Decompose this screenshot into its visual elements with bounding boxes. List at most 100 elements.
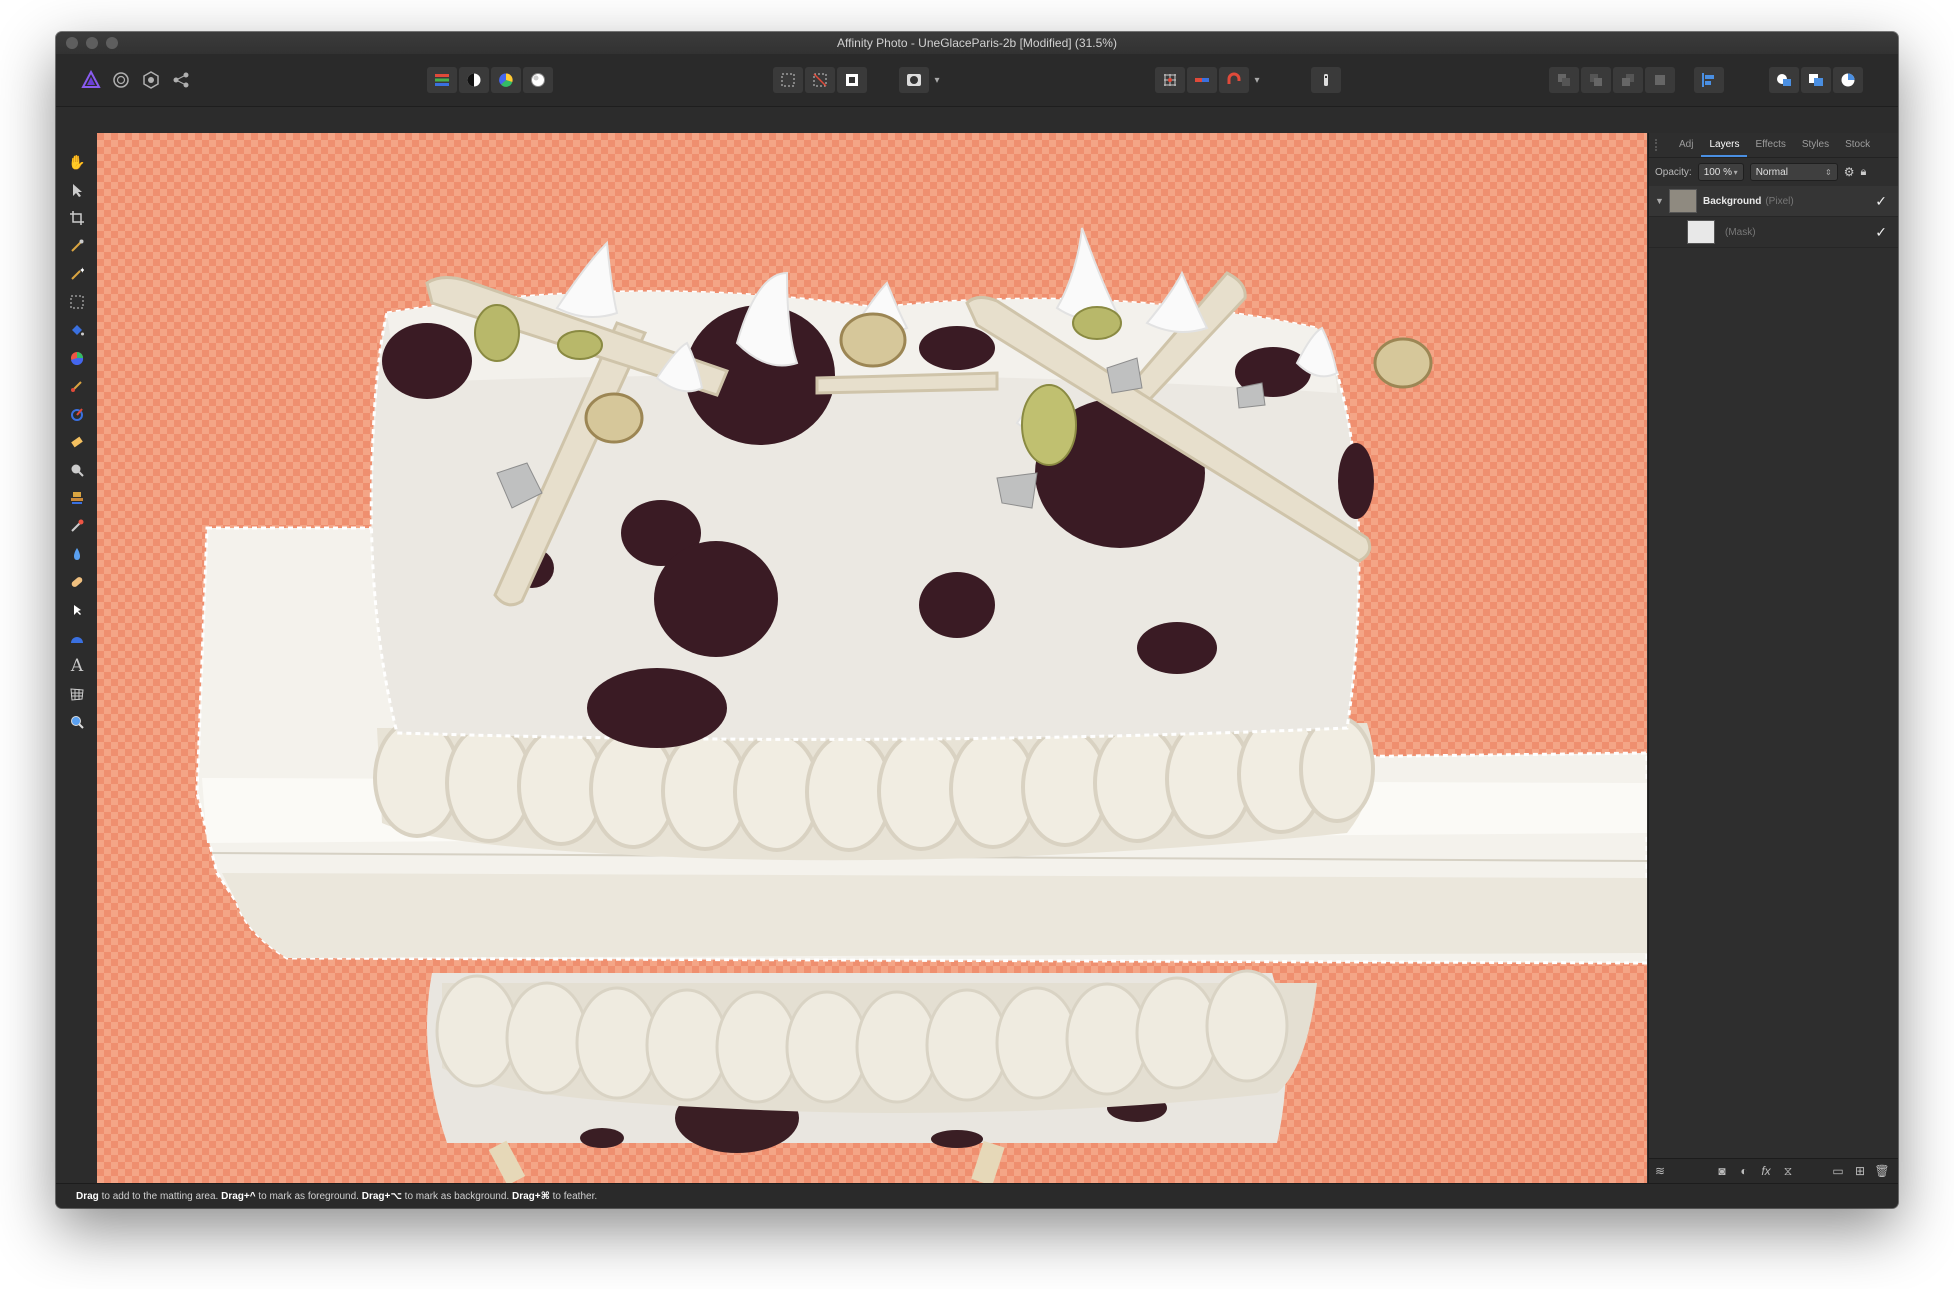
color-wheel-icon[interactable] <box>491 67 521 93</box>
mask-thumbnail <box>1687 220 1715 244</box>
panel-grip-icon[interactable] <box>1655 139 1663 151</box>
export-persona-icon[interactable] <box>166 67 196 93</box>
trash-icon[interactable]: 🗑︎ <box>1871 1164 1893 1178</box>
panel-tabs: Adj Layers Effects Styles Stock <box>1649 133 1898 158</box>
text-tool-icon[interactable]: A <box>64 653 90 679</box>
blend-mode-value: Normal <box>1755 166 1788 178</box>
visibility-check-icon[interactable]: ✓ <box>1875 224 1887 241</box>
quick-mask-dropdown[interactable]: ▾ <box>930 67 944 93</box>
selection-group <box>772 67 868 93</box>
adjustment-group <box>426 67 554 93</box>
opacity-field[interactable]: 100 % ▾ <box>1697 163 1744 181</box>
grid-icon[interactable] <box>1155 67 1185 93</box>
group-folder-icon[interactable]: ▭ <box>1827 1164 1849 1178</box>
layer-type: (Mask) <box>1725 226 1756 238</box>
layer-row-mask[interactable]: (Mask) ✓ <box>1649 217 1898 248</box>
order-backward-icon[interactable] <box>1581 67 1611 93</box>
node-tool-icon[interactable] <box>64 597 90 623</box>
deselect-icon[interactable] <box>805 67 835 93</box>
levels-icon[interactable] <box>427 67 457 93</box>
layer-name: Background <box>1703 195 1762 207</box>
order-forward-icon[interactable] <box>1613 67 1643 93</box>
smudge-tool-icon[interactable] <box>64 513 90 539</box>
stepper-icon: ⇕ <box>1824 167 1832 177</box>
snapping-magnet-icon[interactable] <box>1219 67 1249 93</box>
align-icon[interactable] <box>1694 67 1724 93</box>
status-key-feather: Drag+⌘ <box>511 1191 550 1202</box>
adjustment-layer-icon[interactable]: ◐ <box>1733 1164 1755 1178</box>
window-controls <box>66 37 118 49</box>
tab-styles[interactable]: Styles <box>1794 133 1837 157</box>
tab-stock[interactable]: Stock <box>1837 133 1878 157</box>
fx-icon[interactable]: fx <box>1755 1164 1777 1178</box>
move-tool-icon[interactable] <box>64 177 90 203</box>
main-toolbar: ▾ ▾ <box>56 54 1898 107</box>
blur-tool-icon[interactable] <box>64 541 90 567</box>
snapping-group: ▾ <box>1154 67 1264 93</box>
magic-wand-tool-icon[interactable]: ✦ <box>64 261 90 287</box>
mask-layer-icon[interactable]: ◙ <box>1711 1164 1733 1178</box>
layer-type: (Pixel) <box>1765 195 1794 207</box>
quickmask-group: ▾ <box>898 67 944 93</box>
hand-tool-icon[interactable]: ✋ <box>64 149 90 175</box>
erase-brush-tool-icon[interactable] <box>64 429 90 455</box>
add-layer-icon[interactable]: ⊞ <box>1849 1164 1871 1178</box>
paint-brush-tool-icon[interactable] <box>64 373 90 399</box>
flood-fill-tool-icon[interactable] <box>64 317 90 343</box>
lock-icon[interactable]: 🔒︎ <box>1860 166 1866 179</box>
mesh-warp-tool-icon[interactable] <box>64 681 90 707</box>
blend-mode-select[interactable]: Normal ⇕ <box>1749 163 1838 181</box>
opacity-label: Opacity: <box>1655 166 1692 178</box>
status-key-drag: Drag <box>76 1191 99 1202</box>
healing-tool-icon[interactable] <box>64 569 90 595</box>
disclosure-triangle-icon[interactable]: ▼ <box>1655 196 1669 206</box>
invert-selection-icon[interactable] <box>837 67 867 93</box>
order-back-icon[interactable] <box>1549 67 1579 93</box>
app-window: Affinity Photo - UneGlaceParis-2b [Modif… <box>56 32 1898 1208</box>
boolean-group <box>1768 67 1864 93</box>
liquify-persona-icon[interactable] <box>106 67 136 93</box>
add-icon[interactable] <box>1769 67 1799 93</box>
affinity-photo-icon[interactable] <box>76 67 106 93</box>
svg-text:✦: ✦ <box>79 267 84 275</box>
tab-adj[interactable]: Adj <box>1671 133 1701 157</box>
status-text: to mark as foreground. <box>255 1191 362 1202</box>
document-canvas[interactable] <box>97 133 1647 1183</box>
crop-tool-icon[interactable] <box>64 205 90 231</box>
color-replacement-tool-icon[interactable] <box>64 401 90 427</box>
develop-persona-icon[interactable] <box>136 67 166 93</box>
assistant-icon[interactable] <box>1311 67 1341 93</box>
marquee-icon[interactable] <box>773 67 803 93</box>
white-balance-icon[interactable] <box>523 67 553 93</box>
zoom-window-button[interactable] <box>106 37 118 49</box>
arrange-group <box>1548 67 1725 93</box>
visibility-check-icon[interactable]: ✓ <box>1875 193 1887 210</box>
zoom-tool-icon[interactable] <box>64 709 90 735</box>
selection-brush-tool-icon[interactable] <box>64 233 90 259</box>
cake-photo <box>195 227 1647 1183</box>
marquee-tool-icon[interactable] <box>64 289 90 315</box>
gear-icon[interactable]: ⚙ <box>1844 165 1855 179</box>
shape-tool-icon[interactable] <box>64 625 90 651</box>
quick-mask-icon[interactable] <box>899 67 929 93</box>
live-filter-icon[interactable]: ⧖ <box>1777 1164 1799 1179</box>
minimize-window-button[interactable] <box>86 37 98 49</box>
color-picker-tool-icon[interactable] <box>64 345 90 371</box>
status-text: to add to the matting area. <box>98 1191 222 1202</box>
dodge-tool-icon[interactable] <box>64 457 90 483</box>
tools-panel: ✋ ✦ A <box>56 133 97 1183</box>
tab-layers[interactable]: Layers <box>1701 133 1748 157</box>
contrast-icon[interactable] <box>459 67 489 93</box>
status-text: to mark as background. <box>401 1191 512 1202</box>
layers-stack-icon[interactable]: ≋ <box>1649 1164 1671 1178</box>
order-front-icon[interactable] <box>1645 67 1675 93</box>
snapping-dropdown[interactable]: ▾ <box>1250 67 1264 93</box>
close-window-button[interactable] <box>66 37 78 49</box>
subtract-icon[interactable] <box>1801 67 1831 93</box>
force-pixel-icon[interactable] <box>1187 67 1217 93</box>
intersect-icon[interactable] <box>1833 67 1863 93</box>
layer-row-background[interactable]: ▼ Background (Pixel) ✓ <box>1649 186 1898 217</box>
clone-tool-icon[interactable] <box>64 485 90 511</box>
status-key-foreground: Drag+^ <box>221 1191 256 1202</box>
tab-effects[interactable]: Effects <box>1747 133 1793 157</box>
